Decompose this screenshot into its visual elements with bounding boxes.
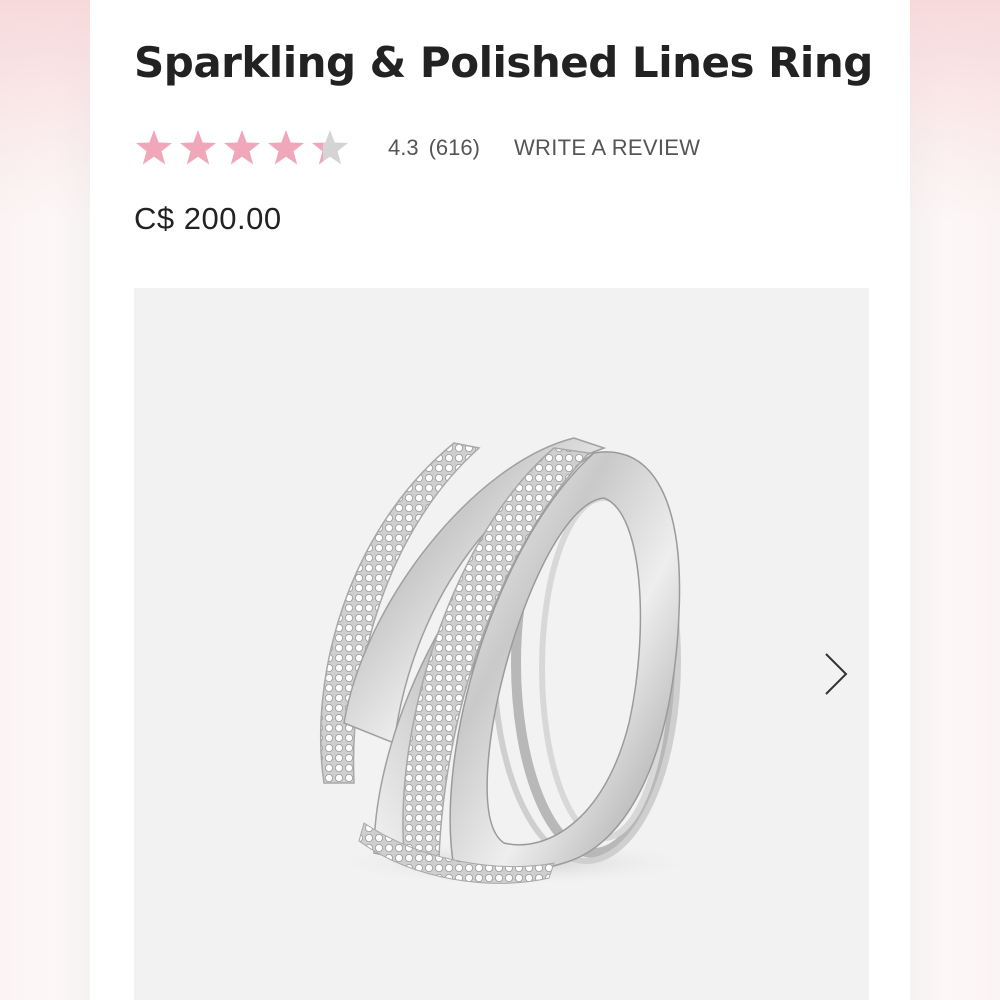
right-background [910,0,1000,1000]
left-background [0,0,90,1000]
star-rating[interactable] [134,128,350,168]
write-review-link[interactable]: WRITE A REVIEW [514,135,700,161]
product-page: Sparkling & Polished Lines Ring 4.3 (616… [90,0,910,1000]
star-filled-icon [268,130,304,165]
star-filled-icon [224,130,260,165]
chevron-right-icon[interactable] [822,650,850,698]
product-image-gallery [134,288,869,1000]
star-partial-icon [312,130,348,165]
rating-row: 4.3 (616) WRITE A REVIEW [134,126,700,170]
product-title: Sparkling & Polished Lines Ring [134,38,873,87]
ring-image [319,437,704,887]
star-filled-icon [136,130,172,165]
star-filled-icon [180,130,216,165]
product-price: C$ 200.00 [134,201,282,236]
rating-value: 4.3 [388,135,419,160]
rating-count: (616) [428,135,480,160]
